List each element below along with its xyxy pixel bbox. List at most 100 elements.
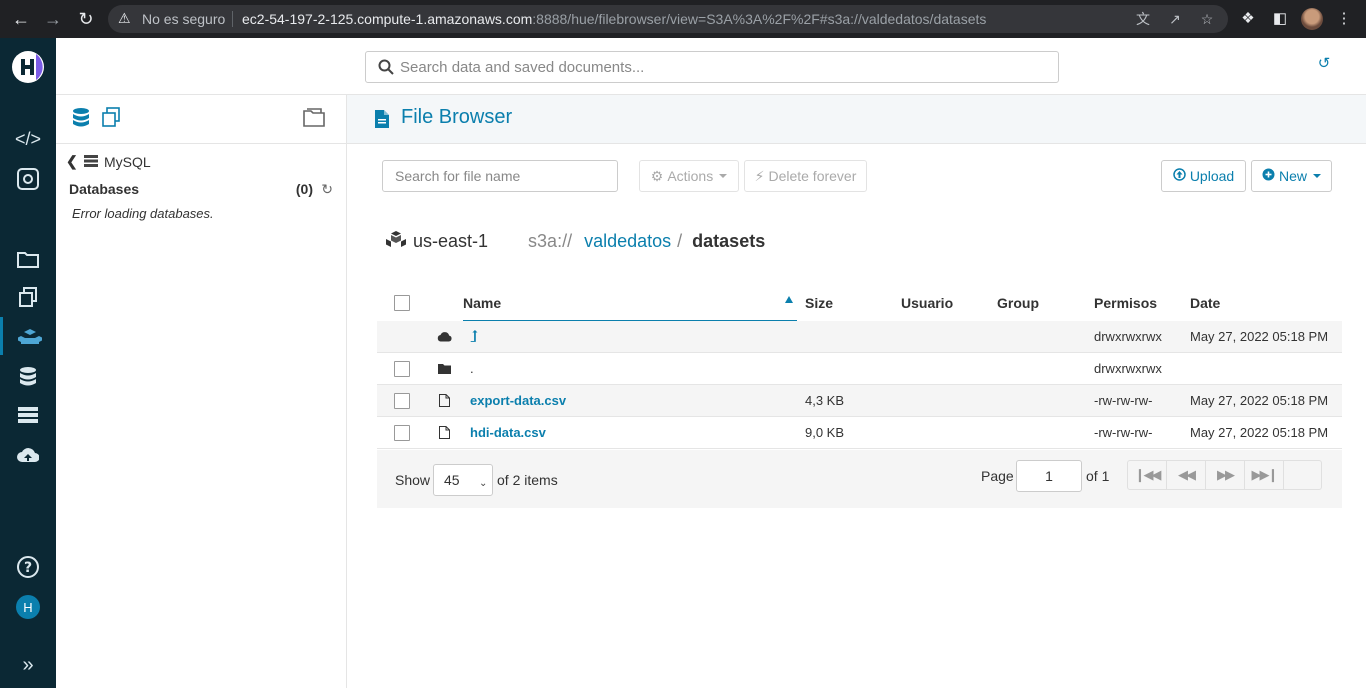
table-row-current-dir[interactable]: . drwxrwxrwx [377, 353, 1342, 385]
row-name[interactable]: hdi-data.csv [470, 417, 546, 448]
browser-menu-icon[interactable]: ⋮ [1334, 9, 1354, 29]
table-header-row: Name Size Usuario Group Permisos Date [377, 285, 1342, 321]
cloud-icon [437, 321, 452, 352]
show-label: Show [395, 472, 431, 488]
page-title: File Browser [401, 106, 513, 128]
back-arrow-icon[interactable]: ← [9, 7, 33, 31]
forward-arrow-icon[interactable]: → [41, 7, 65, 31]
assist-database-tab-icon[interactable] [69, 107, 93, 131]
actions-label: Actions [667, 168, 714, 184]
caret-down-icon [719, 174, 728, 178]
refresh-icon[interactable]: ↻ [321, 181, 333, 198]
table-row[interactable]: export-data.csv 4,3 KB -rw-rw-rw- May 27… [377, 385, 1342, 417]
page-size-select[interactable]: 45 [433, 464, 493, 496]
assist-breadcrumb[interactable]: ❮ MySQL [66, 153, 151, 170]
region-label[interactable]: us-east-1 [413, 231, 488, 252]
row-perms: drwxrwxrwx [1094, 329, 1162, 344]
file-search-input[interactable] [382, 160, 618, 192]
database-icon[interactable] [0, 358, 56, 396]
last-page-icon[interactable]: ▶▶❙ [1245, 461, 1284, 489]
file-browser-main: File Browser ⚙ Actions ⚡︎ Delete forever… [347, 95, 1366, 688]
dashboard-circle-icon[interactable] [0, 160, 56, 198]
row-checkbox[interactable] [394, 385, 410, 416]
tables-list-icon[interactable] [0, 396, 56, 434]
column-header-user[interactable]: Usuario [901, 285, 953, 321]
folder-open-icon[interactable] [0, 240, 56, 278]
bookmark-star-icon[interactable]: ☆ [1198, 10, 1216, 28]
sort-ascending-icon [785, 296, 793, 303]
global-search-box [365, 51, 1059, 83]
row-checkbox[interactable] [394, 353, 410, 384]
cubes-icon [385, 230, 409, 253]
reload-icon[interactable]: ↻ [74, 7, 98, 31]
databases-label: Databases [69, 181, 140, 197]
global-search-input[interactable] [400, 56, 1040, 78]
select-all-checkbox[interactable] [394, 285, 410, 321]
page-header: File Browser [347, 95, 1366, 144]
chevron-left-icon[interactable]: ❮ [66, 153, 78, 170]
upload-label: Upload [1189, 168, 1235, 184]
pagination-bar: Show 45 ⌄ of 2 items Page of 1 ❙◀◀ ◀◀ ▶▶… [377, 450, 1342, 508]
extensions-puzzle-icon[interactable]: ❖ [1238, 9, 1258, 29]
upload-button[interactable]: Upload [1161, 160, 1246, 192]
url-path: :8888/hue/filebrowser/view=S3A%3A%2F%2F#… [532, 11, 987, 27]
file-text-icon [374, 109, 390, 129]
page-number-input[interactable] [1016, 460, 1082, 492]
row-perms: -rw-rw-rw- [1094, 393, 1153, 408]
first-page-icon[interactable]: ❙◀◀ [1128, 461, 1167, 489]
translate-icon[interactable]: 文 [1134, 10, 1152, 28]
table-row[interactable]: hdi-data.csv 9,0 KB -rw-rw-rw- May 27, 2… [377, 417, 1342, 449]
table-row-parent[interactable]: drwxrwxrwx May 27, 2022 05:18 PM [377, 321, 1342, 353]
cloud-upload-icon[interactable] [0, 436, 56, 474]
arrow-circle-up-icon [1173, 168, 1186, 184]
row-name[interactable]: . [470, 353, 474, 384]
hue-logo-icon[interactable] [0, 38, 56, 95]
column-header-group[interactable]: Group [997, 285, 1039, 321]
s3-cubes-icon[interactable] [0, 317, 56, 355]
gear-icon: ⚙ [650, 167, 664, 184]
share-icon[interactable]: ↗ [1166, 10, 1184, 28]
user-initial: H [16, 595, 40, 619]
path-breadcrumb: us-east-1 s3a:// valdedatos / datasets [385, 229, 765, 253]
databases-header: Databases (0) ↻ [69, 181, 333, 197]
new-label: New [1278, 168, 1307, 184]
assist-documents-tab-icon[interactable] [99, 107, 123, 131]
actions-button[interactable]: ⚙ Actions [639, 160, 739, 192]
row-date: May 27, 2022 05:18 PM [1190, 425, 1329, 440]
delete-forever-button[interactable]: ⚡︎ Delete forever [744, 160, 867, 192]
path-scheme[interactable]: s3a:// [528, 231, 572, 252]
previous-page-icon[interactable]: ◀◀ [1167, 461, 1206, 489]
row-date: May 27, 2022 05:18 PM [1190, 329, 1329, 344]
history-icon[interactable]: ↺ [1314, 54, 1334, 74]
new-button[interactable]: New [1251, 160, 1332, 192]
address-bar[interactable]: ⚠ No es seguro ec2-54-197-2-125.compute-… [108, 5, 1228, 33]
parent-directory-link[interactable] [469, 321, 479, 352]
side-panel-icon[interactable]: ◧ [1270, 9, 1290, 29]
next-page-icon[interactable]: ▶▶ [1206, 461, 1245, 489]
warning-icon: ⚠ [118, 10, 131, 26]
row-checkbox[interactable] [394, 417, 410, 448]
expand-chevrons-icon[interactable]: » [0, 646, 56, 684]
row-date: May 27, 2022 05:18 PM [1190, 393, 1329, 408]
column-header-size[interactable]: Size [805, 285, 833, 321]
path-separator: / [677, 230, 683, 251]
column-header-name[interactable]: Name [463, 285, 797, 321]
folder-icon [438, 353, 451, 384]
user-avatar[interactable]: H [0, 588, 56, 626]
profile-avatar-icon[interactable] [1301, 8, 1323, 30]
delete-forever-label: Delete forever [768, 168, 857, 184]
column-header-date[interactable]: Date [1190, 285, 1220, 321]
path-current: datasets [692, 230, 766, 251]
row-name[interactable]: export-data.csv [470, 385, 566, 416]
path-bucket-link[interactable]: valdedatos [584, 231, 671, 252]
url-text[interactable]: ec2-54-197-2-125.compute-1.amazonaws.com… [242, 11, 986, 27]
assist-panel: ❮ MySQL Databases (0) ↻ Error loading da… [56, 95, 347, 688]
documents-icon[interactable] [0, 278, 56, 316]
assist-files-tab-icon[interactable] [302, 107, 326, 131]
column-header-perms[interactable]: Permisos [1094, 285, 1157, 321]
help-question-icon[interactable]: ? [0, 548, 56, 586]
editor-code-icon[interactable]: </> [0, 120, 56, 158]
assist-tabs [56, 95, 346, 144]
top-header: ↺ [56, 38, 1366, 95]
search-icon [378, 59, 396, 77]
